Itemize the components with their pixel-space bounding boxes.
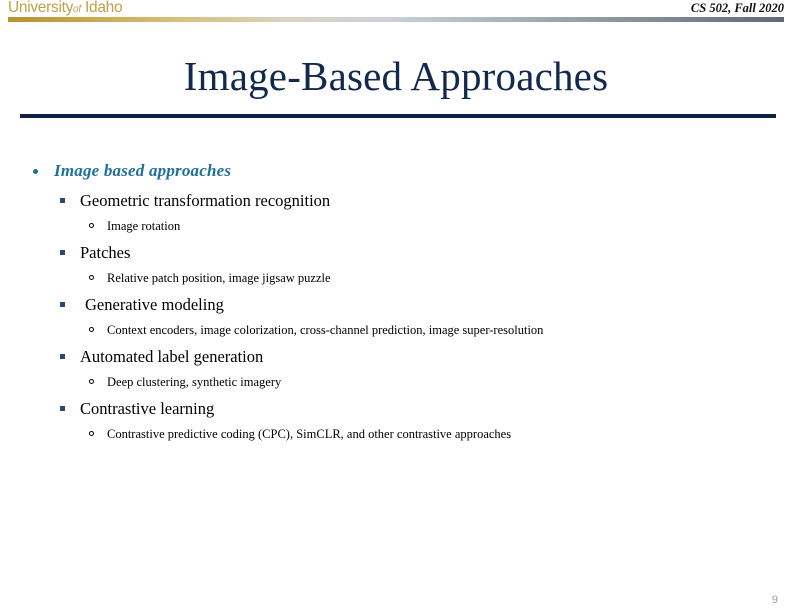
bullet-level2-patches: Patches: [0, 240, 792, 265]
bullet-level2-label: Automated label generation: [80, 347, 264, 366]
page-number: 9: [771, 594, 778, 606]
bullet-level2-automated-label-generation: Automated label generation: [0, 344, 792, 369]
bullet-level2-contrastive-learning: Contrastive learning: [0, 396, 792, 421]
logo-word-of: of: [73, 4, 81, 15]
topic-group: Contrastive learning Contrastive predict…: [0, 396, 792, 445]
title-underline-rule: [20, 114, 776, 118]
page-title: Image-Based Approaches: [183, 53, 609, 99]
bullet-dot-icon: [33, 169, 38, 174]
header-gradient-rule: [8, 17, 784, 22]
topic-group: Automated label generation Deep clusteri…: [0, 344, 792, 393]
slide-header: Universityof Idaho CS 502, Fall 2020: [0, 0, 792, 26]
bullet-level1-image-based-approaches: Image based approaches: [0, 160, 792, 182]
bullet-circle-icon: [89, 431, 94, 436]
bullet-level3-label: Relative patch position, image jigsaw pu…: [107, 271, 331, 285]
slide-content: Image based approaches Geometric transfo…: [0, 160, 792, 448]
bullet-level3-label: Deep clustering, synthetic imagery: [107, 375, 282, 389]
bullet-level3-label: Contrastive predictive coding (CPC), Sim…: [107, 427, 512, 441]
bullet-level2-label: Contrastive learning: [80, 399, 215, 418]
bullet-circle-icon: [89, 327, 94, 332]
university-of-idaho-logo: Universityof Idaho: [8, 0, 123, 17]
topic-group: Generative modeling Context encoders, im…: [0, 292, 792, 341]
bullet-level3-image-rotation: Image rotation: [0, 215, 792, 237]
logo-word-university: University: [8, 0, 74, 16]
bullet-level2-geometric-transformation-recognition: Geometric transformation recognition: [0, 188, 792, 213]
bullet-level1-label: Image based approaches: [54, 161, 232, 180]
logo-word-idaho: Idaho: [85, 0, 123, 16]
bullet-square-icon: [60, 198, 65, 203]
bullet-level3-contrastive-predictive-coding: Contrastive predictive coding (CPC), Sim…: [0, 423, 792, 445]
bullet-level3-label: Context encoders, image colorization, cr…: [107, 323, 544, 337]
bullet-level3-label: Image rotation: [107, 219, 181, 233]
bullet-square-icon: [60, 250, 65, 255]
bullet-level3-relative-patch-position: Relative patch position, image jigsaw pu…: [0, 267, 792, 289]
bullet-level3-deep-clustering: Deep clustering, synthetic imagery: [0, 371, 792, 393]
bullet-circle-icon: [89, 275, 94, 280]
bullet-circle-icon: [89, 223, 94, 228]
topic-group: Geometric transformation recognition Ima…: [0, 188, 792, 237]
bullet-level2-label: Geometric transformation recognition: [80, 191, 331, 210]
bullet-level2-label: Generative modeling: [85, 295, 224, 314]
bullet-circle-icon: [89, 379, 94, 384]
bullet-level2-generative-modeling: Generative modeling: [0, 292, 792, 317]
bullet-square-icon: [60, 354, 65, 359]
bullet-square-icon: [60, 302, 65, 307]
bullet-level2-label: Patches: [80, 243, 131, 262]
course-label: CS 502, Fall 2020: [690, 1, 784, 15]
bullet-square-icon: [60, 406, 65, 411]
topic-group: Patches Relative patch position, image j…: [0, 240, 792, 289]
bullet-level3-context-encoders: Context encoders, image colorization, cr…: [0, 319, 792, 341]
